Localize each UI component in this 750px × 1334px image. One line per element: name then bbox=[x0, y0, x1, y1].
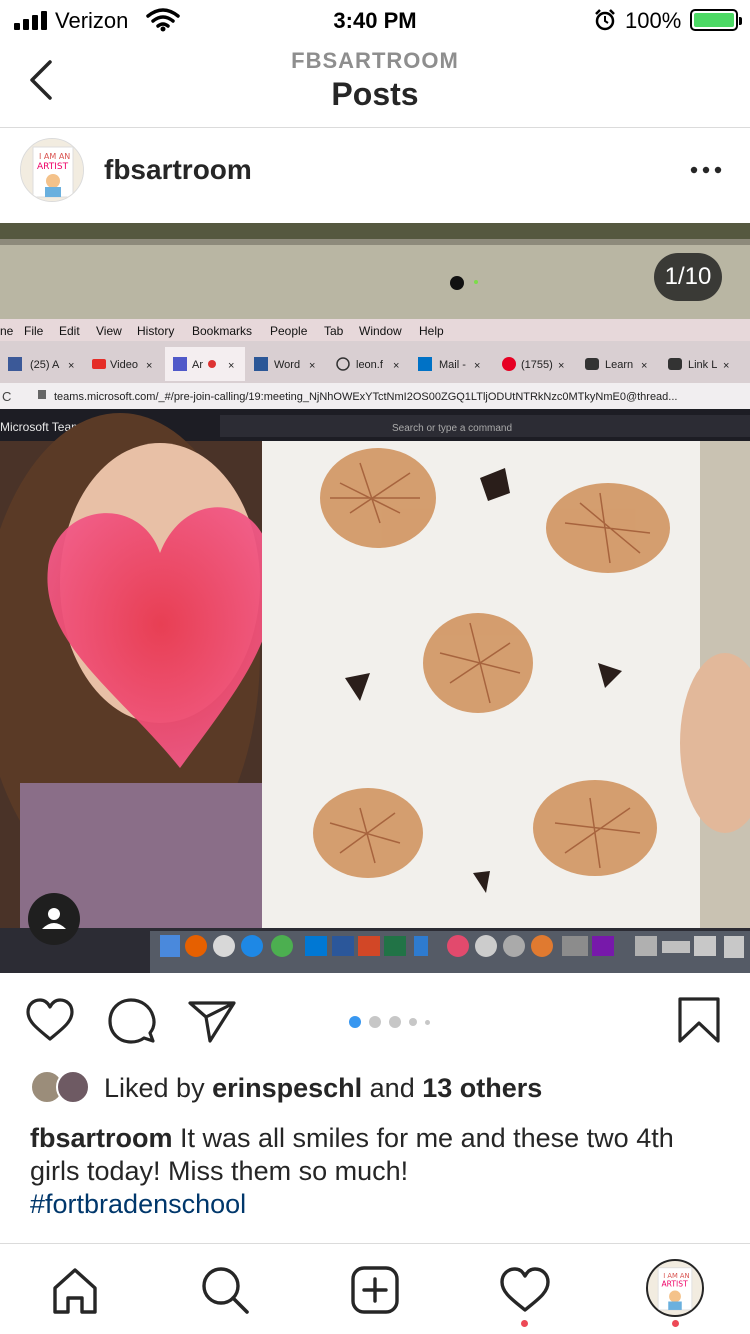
profile-avatar-icon: I AM AN ARTIST bbox=[657, 1267, 693, 1311]
browser-tab-6: Mail - bbox=[439, 359, 466, 371]
post-image[interactable]: ne File Edit View History Bookmarks Peop… bbox=[0, 223, 750, 973]
alarm-icon bbox=[593, 8, 617, 38]
profile-notification-dot bbox=[672, 1320, 679, 1327]
heart-icon bbox=[500, 1267, 550, 1312]
browser-tab-2: Video bbox=[110, 359, 138, 371]
svg-text:×: × bbox=[393, 360, 399, 372]
likes-row[interactable]: Liked by erinspeschl and 13 others bbox=[0, 1068, 750, 1112]
teams-search: Search or type a command bbox=[392, 423, 512, 434]
carousel-dot bbox=[389, 1016, 401, 1028]
browser-tab-5: leon.f bbox=[356, 359, 384, 371]
svg-text:C: C bbox=[2, 389, 11, 404]
carousel-counter: 1/10 bbox=[654, 253, 722, 301]
menu-view: View bbox=[96, 324, 122, 338]
status-bar: Verizon 3:40 PM 100% bbox=[0, 0, 750, 40]
post-actions bbox=[0, 973, 750, 1063]
comment-icon bbox=[108, 998, 156, 1044]
post-username[interactable]: fbsartroom bbox=[104, 154, 252, 186]
menu-ne: ne bbox=[0, 324, 14, 338]
tab-new-post[interactable] bbox=[347, 1262, 403, 1318]
likes-others[interactable]: 13 others bbox=[422, 1073, 542, 1103]
browser-tab-4: Word bbox=[274, 359, 300, 371]
browser-tab-7: (1755) bbox=[521, 359, 553, 371]
svg-text:×: × bbox=[309, 360, 315, 372]
svg-text:×: × bbox=[641, 360, 647, 372]
home-icon bbox=[53, 1268, 97, 1314]
liker-username[interactable]: erinspeschl bbox=[212, 1073, 362, 1103]
caption-hashtag[interactable]: #fortbradenschool bbox=[30, 1189, 246, 1219]
carousel-dot-active bbox=[349, 1016, 361, 1028]
browser-tab-3: Ar bbox=[192, 359, 203, 371]
share-button[interactable] bbox=[186, 995, 238, 1047]
carousel-dot bbox=[409, 1018, 417, 1026]
heart-icon bbox=[26, 998, 74, 1041]
liker-avatar bbox=[56, 1070, 90, 1104]
menu-people: People bbox=[270, 324, 308, 338]
tab-search[interactable] bbox=[197, 1262, 253, 1318]
svg-text:ARTIST: ARTIST bbox=[37, 162, 69, 172]
tagged-users-button[interactable] bbox=[28, 893, 80, 945]
paper-plane-icon bbox=[188, 1001, 236, 1043]
svg-text:×: × bbox=[558, 360, 564, 372]
svg-text:×: × bbox=[474, 360, 480, 372]
battery-charging-icon bbox=[690, 9, 742, 31]
post-caption: fbsartroom It was all smiles for me and … bbox=[30, 1122, 720, 1221]
bottom-tab-bar: I AM AN ARTIST bbox=[0, 1243, 750, 1334]
url-text: teams.microsoft.com/_#/pre-join-calling/… bbox=[54, 391, 677, 403]
likes-text: Liked by erinspeschl and 13 others bbox=[104, 1073, 543, 1103]
menu-help: Help bbox=[419, 324, 444, 338]
svg-text:×: × bbox=[228, 360, 234, 372]
bookmark-icon bbox=[678, 997, 720, 1043]
svg-text:ARTIST: ARTIST bbox=[662, 1279, 689, 1288]
battery-percent: 100% bbox=[625, 8, 682, 33]
browser-tab-9: Link L bbox=[688, 359, 717, 371]
person-icon bbox=[42, 908, 66, 929]
carousel-dots bbox=[349, 1016, 430, 1028]
carousel-dot bbox=[425, 1019, 430, 1025]
photo-laptop-screen: ne File Edit View History Bookmarks Peop… bbox=[0, 223, 750, 973]
nav-header: FBSARTROOM Posts bbox=[0, 40, 750, 128]
tab-home[interactable] bbox=[47, 1262, 103, 1318]
avatar[interactable]: I AM AN ARTIST bbox=[20, 138, 84, 202]
tab-profile[interactable]: I AM AN ARTIST bbox=[646, 1259, 704, 1317]
account-name: FBSARTROOM bbox=[291, 48, 459, 73]
menu-window: Window bbox=[359, 324, 402, 338]
page-title: Posts bbox=[331, 76, 419, 112]
menu-tab: Tab bbox=[324, 324, 344, 338]
search-icon bbox=[202, 1267, 249, 1314]
svg-text:I AM AN: I AM AN bbox=[39, 152, 70, 161]
svg-text:×: × bbox=[146, 360, 152, 372]
comment-button[interactable] bbox=[106, 995, 158, 1047]
menu-history: History bbox=[137, 324, 174, 338]
tab-activity[interactable] bbox=[497, 1262, 553, 1318]
plus-square-icon bbox=[351, 1266, 399, 1314]
save-button[interactable] bbox=[674, 995, 726, 1047]
carousel-dot bbox=[369, 1016, 381, 1028]
menu-file: File bbox=[24, 324, 44, 338]
caption-username[interactable]: fbsartroom bbox=[30, 1123, 173, 1153]
browser-tab-1: (25) A bbox=[30, 359, 60, 371]
post-header: I AM AN ARTIST fbsartroom bbox=[0, 130, 750, 223]
activity-notification-dot bbox=[521, 1320, 528, 1327]
svg-text:×: × bbox=[68, 360, 74, 372]
menu-bookmarks: Bookmarks bbox=[192, 324, 252, 338]
dock-icons bbox=[160, 935, 744, 958]
more-options-icon[interactable] bbox=[686, 152, 726, 188]
menu-edit: Edit bbox=[59, 324, 80, 338]
svg-text:×: × bbox=[723, 360, 729, 372]
like-button[interactable] bbox=[24, 995, 76, 1047]
browser-tab-8: Learn bbox=[605, 359, 633, 371]
